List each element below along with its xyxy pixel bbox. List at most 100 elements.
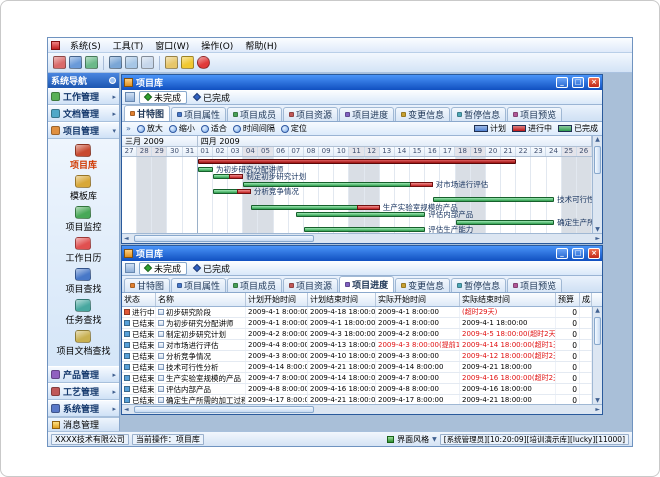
scroll-right-arrow[interactable]: ► (595, 235, 600, 242)
filter-tab-incomplete[interactable]: 未完成 (139, 91, 187, 104)
scroll-left-arrow[interactable]: ◄ (124, 235, 129, 242)
menu-item[interactable]: 工具(T) (107, 39, 150, 52)
scrollbar-thumb[interactable] (134, 406, 314, 413)
gantt-bar[interactable] (213, 174, 243, 179)
table-row[interactable]: 已结束对市场进行评估2009-4-4 8:00:002009-4-13 18:0… (122, 340, 592, 351)
dropdown-arrow-icon[interactable]: ▼ (432, 436, 437, 443)
locate-button[interactable]: 定位 (281, 123, 307, 134)
pushpin-icon[interactable] (109, 77, 116, 84)
scroll-right-arrow[interactable]: ► (595, 406, 600, 413)
tab-change-info[interactable]: 变更信息 (395, 278, 450, 292)
home-icon[interactable] (53, 56, 66, 69)
column-header[interactable]: 成... (580, 293, 592, 306)
tab-pause-info[interactable]: 暂停信息 (451, 278, 506, 292)
scroll-up-arrow[interactable]: ▲ (593, 136, 602, 143)
tab-project-resources[interactable]: 项目资源 (283, 278, 338, 292)
gantt-bar[interactable] (296, 212, 425, 217)
close-button[interactable] (588, 248, 600, 259)
refresh-icon[interactable] (85, 56, 98, 69)
fit-button[interactable]: 适合 (201, 123, 227, 134)
scroll-left-arrow[interactable]: ◄ (124, 406, 129, 413)
gantt-bar[interactable] (198, 167, 213, 172)
table-row[interactable]: 已结束制定初步研究计划2009-4-2 8:00:002009-4-3 18:0… (122, 329, 592, 340)
tile-windows-icon[interactable] (125, 56, 138, 69)
table-row[interactable]: 进行中初步研究阶段2009-4-1 8:00:002009-4-18 18:00… (122, 307, 592, 318)
sidebar-item-project-library[interactable]: 项目库 (70, 144, 97, 171)
zoom-out-button[interactable]: 缩小 (169, 123, 195, 134)
filter-tab-completed[interactable]: 已完成 (189, 262, 235, 275)
horizontal-scrollbar[interactable]: ◄ ► (122, 404, 602, 414)
open-project-icon[interactable] (69, 56, 82, 69)
minimize-button[interactable] (556, 248, 568, 259)
gantt-bar[interactable] (213, 189, 251, 194)
window-titlebar[interactable]: 项目库 (122, 75, 602, 90)
chevron-icon[interactable] (126, 124, 131, 133)
sidebar-item-work-calendar[interactable]: 工作日历 (65, 237, 101, 264)
tab-project-preview[interactable]: 项目预览 (507, 107, 562, 121)
sidebar-item-project-doc-search[interactable]: 项目文档查找 (56, 330, 110, 357)
table-row[interactable]: 已结束生产实验室规模的产品2009-4-7 8:00:002009-4-14 1… (122, 373, 592, 384)
column-header[interactable]: 状态 (122, 293, 156, 306)
scroll-down-arrow[interactable]: ▼ (593, 397, 602, 404)
lock-icon[interactable] (181, 56, 194, 69)
time-interval-button[interactable]: 时间间隔 (233, 123, 275, 134)
vertical-scrollbar[interactable]: ▲ ▼ (592, 307, 602, 404)
column-header[interactable]: 实际开始时间 (376, 293, 460, 306)
tab-pause-info[interactable]: 暂停信息 (451, 107, 506, 121)
scrollbar-thumb[interactable] (134, 235, 314, 242)
minimize-button[interactable] (556, 77, 568, 88)
help-icon[interactable] (165, 56, 178, 69)
maximize-button[interactable] (572, 248, 584, 259)
column-header[interactable]: 计划结束时间 (308, 293, 376, 306)
sidebar-item-task-search[interactable]: 任务查找 (65, 299, 101, 326)
tab-project-properties[interactable]: 项目属性 (171, 107, 226, 121)
scrollbar-thumb[interactable] (594, 146, 601, 174)
sidebar-group-process[interactable]: 工艺管理▸ (48, 383, 119, 400)
column-header[interactable]: 实际结束时间 (460, 293, 556, 306)
tab-project-progress[interactable]: 项目进度 (339, 107, 394, 121)
table-row[interactable]: 已结束分析竞争情况2009-4-3 8:00:002009-4-10 18:00… (122, 351, 592, 362)
scroll-down-arrow[interactable]: ▼ (593, 226, 602, 233)
sidebar-item-project-monitor[interactable]: 项目监控 (65, 206, 101, 233)
filter-tab-incomplete[interactable]: 未完成 (139, 262, 187, 275)
column-header[interactable]: 名称 (156, 293, 246, 306)
tab-change-info[interactable]: 变更信息 (395, 107, 450, 121)
menu-item[interactable]: 操作(O) (195, 39, 239, 52)
horizontal-scrollbar[interactable]: ◄ ► (122, 233, 602, 243)
tab-project-properties[interactable]: 项目属性 (171, 278, 226, 292)
maximize-button[interactable] (572, 77, 584, 88)
tab-gantt-chart[interactable]: 甘特图 (124, 278, 170, 292)
table-row[interactable]: 已结束评估内部产品2009-4-8 8:00:002009-4-16 18:00… (122, 384, 592, 395)
gantt-bar[interactable] (251, 205, 380, 210)
sidebar-group-document[interactable]: 文档管理▸ (48, 105, 119, 122)
menu-item[interactable]: 窗口(W) (149, 39, 195, 52)
scrollbar-thumb[interactable] (594, 317, 601, 345)
tab-project-preview[interactable]: 项目预览 (507, 278, 562, 292)
tab-gantt-chart[interactable]: 甘特图 (124, 105, 170, 121)
gantt-bar[interactable] (433, 197, 554, 202)
tab-project-resources[interactable]: 项目资源 (283, 107, 338, 121)
sidebar-group-project[interactable]: 项目管理▾ (48, 122, 119, 139)
table-row[interactable]: 已结束技术可行性分析2009-4-14 8:00:002009-4-21 18:… (122, 362, 592, 373)
close-windows-icon[interactable] (141, 56, 154, 69)
scroll-up-arrow[interactable]: ▲ (593, 307, 602, 314)
table-row[interactable]: 已结束确定生产所需的加工过程2009-4-17 8:00:002009-4-21… (122, 395, 592, 404)
column-header[interactable]: 预算 (556, 293, 580, 306)
menu-item[interactable]: 帮助(H) (239, 39, 283, 52)
sidebar-item-project-search[interactable]: 项目查找 (65, 268, 101, 295)
skin-selector[interactable]: 界面风格 (397, 434, 429, 445)
vertical-scrollbar[interactable]: ▲ ▼ (592, 136, 602, 233)
filter-tab-completed[interactable]: 已完成 (189, 91, 235, 104)
table-row[interactable]: 已结束为初步研究分配讲师2009-4-1 8:00:002009-4-1 18:… (122, 318, 592, 329)
sidebar-group-system[interactable]: 系统管理▸ (48, 400, 119, 417)
exit-icon[interactable] (197, 56, 210, 69)
sidebar-item-template-library[interactable]: 模板库 (70, 175, 97, 202)
menu-item[interactable]: 系统(S) (64, 39, 107, 52)
gantt-bar[interactable] (198, 159, 516, 164)
window-titlebar[interactable]: 项目库 (122, 246, 602, 261)
sidebar-group-product[interactable]: 产品管理▸ (48, 366, 119, 383)
tab-project-progress[interactable]: 项目进度 (339, 276, 394, 292)
tab-project-members[interactable]: 项目成员 (227, 107, 282, 121)
tab-project-members[interactable]: 项目成员 (227, 278, 282, 292)
zoom-in-button[interactable]: 放大 (137, 123, 163, 134)
